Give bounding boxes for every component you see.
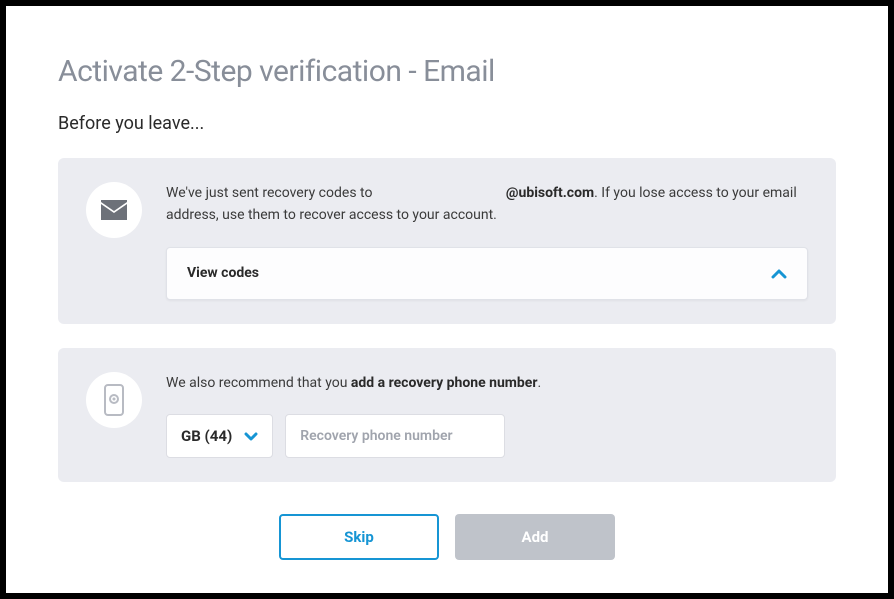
phone-icon — [104, 384, 124, 416]
recovery-codes-panel: We've just sent recovery codes to @ubiso… — [58, 158, 836, 324]
recovery-phone-panel: We also recommend that you add a recover… — [58, 348, 836, 482]
chevron-down-icon — [244, 427, 258, 445]
mail-icon — [101, 200, 127, 220]
chevron-up-icon — [771, 264, 787, 283]
email-domain: @ubisoft.com — [506, 185, 594, 201]
phone-input-row: GB (44) — [166, 414, 808, 458]
recovery-phone-input[interactable] — [285, 414, 505, 458]
add-button[interactable]: Add — [455, 514, 615, 560]
country-code-select[interactable]: GB (44) — [166, 414, 273, 458]
recovery-phone-content: We also recommend that you add a recover… — [166, 372, 808, 458]
phone-text-prefix: We also recommend that you — [166, 375, 351, 391]
skip-button[interactable]: Skip — [279, 514, 439, 560]
phone-text-bold: add a recovery phone number — [351, 375, 538, 391]
view-codes-label: View codes — [187, 265, 259, 281]
dialog-subtitle: Before you leave... — [58, 113, 836, 134]
phone-text-suffix: . — [538, 375, 542, 391]
mail-icon-container — [86, 182, 142, 238]
recovery-codes-text: We've just sent recovery codes to @ubiso… — [166, 182, 808, 227]
footer-buttons: Skip Add — [58, 514, 836, 560]
text-prefix: We've just sent recovery codes to — [166, 185, 376, 201]
dialog-title: Activate 2-Step verification - Email — [58, 54, 836, 89]
view-codes-button[interactable]: View codes — [166, 247, 808, 300]
recovery-codes-content: We've just sent recovery codes to @ubiso… — [166, 182, 808, 300]
phone-icon-container — [86, 372, 142, 428]
recovery-phone-text: We also recommend that you add a recover… — [166, 372, 808, 394]
two-step-verification-dialog: Activate 2-Step verification - Email Bef… — [6, 6, 888, 593]
country-code-label: GB (44) — [181, 427, 232, 445]
